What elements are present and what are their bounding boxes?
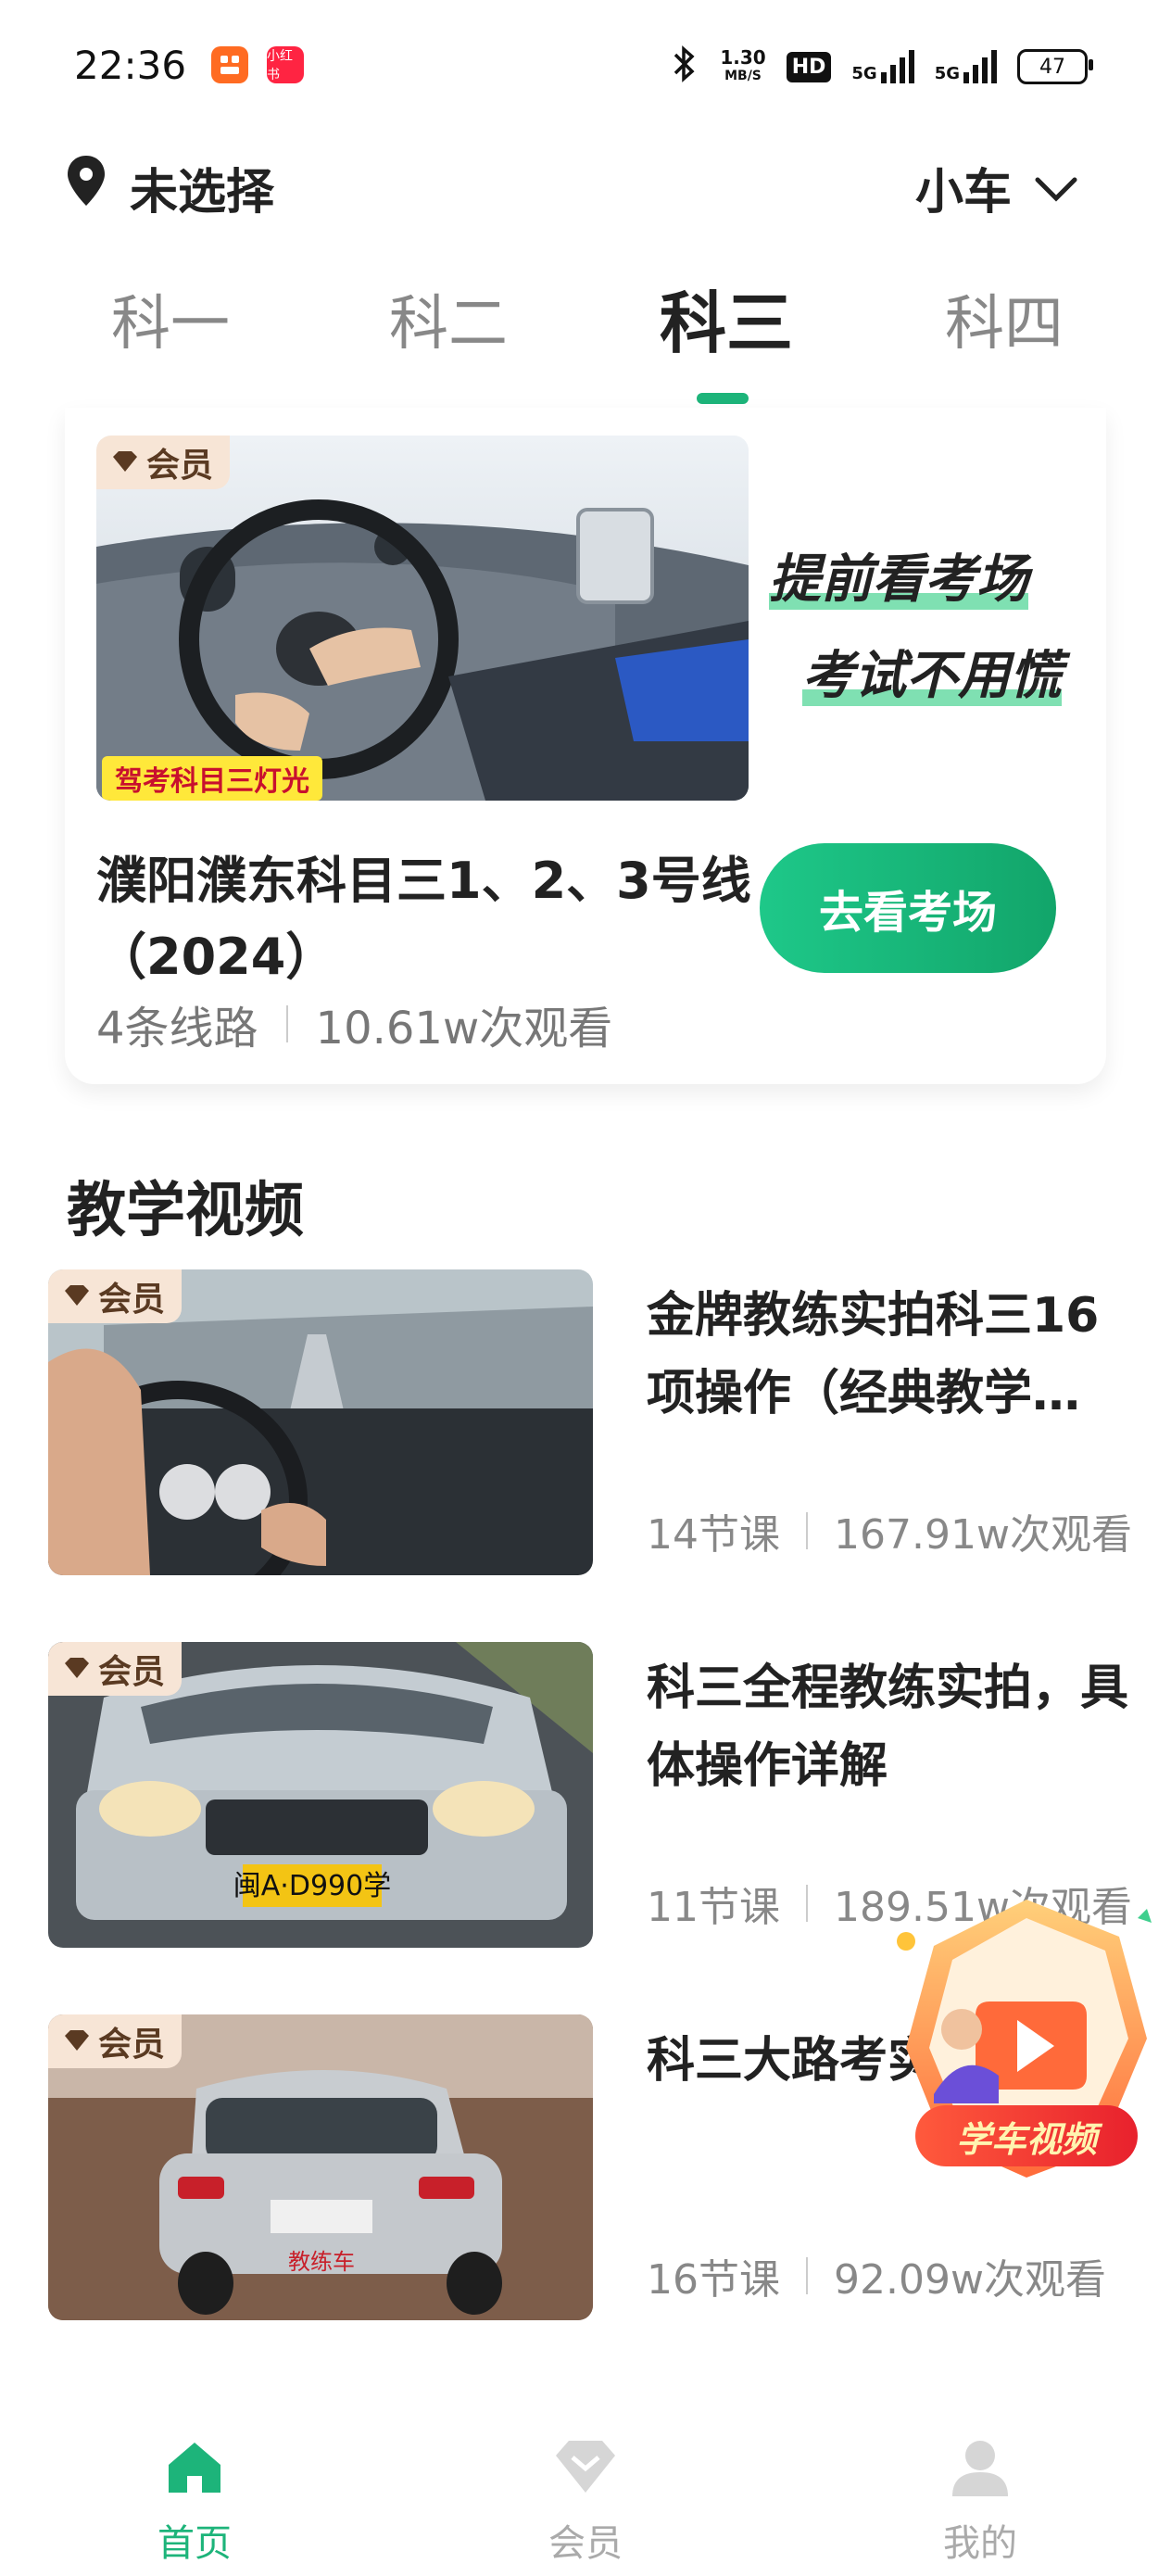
- float-widget-label: 学车视频: [915, 2105, 1138, 2166]
- video-thumbnail[interactable]: 闽A·D990学 会员: [48, 1642, 593, 1948]
- location-label: 未选择: [130, 165, 275, 221]
- home-icon: [74, 2437, 315, 2506]
- video-item[interactable]: 会员 金牌教练实拍科三16项操作（经典教学… 14节课 167.91w次观看: [48, 1269, 1134, 1575]
- diamond-icon: [63, 1278, 91, 1316]
- video-thumbnail[interactable]: 教练车 会员: [48, 2014, 593, 2320]
- location-pin-icon: [65, 154, 107, 221]
- exam-route-title: 濮阳濮东科目三1、2、3号线（2024）: [96, 852, 751, 986]
- hd-icon: HD: [786, 51, 832, 82]
- lesson-count: 16节课: [647, 2256, 780, 2304]
- view-count: 167.91w次观看: [834, 1511, 1132, 1559]
- slogan-line-1: 提前看考场: [769, 549, 1028, 610]
- car-type-label: 小车: [914, 165, 1012, 221]
- chevron-down-icon: [1034, 160, 1078, 216]
- status-time: 22:36: [74, 43, 187, 88]
- divider: [285, 1005, 288, 1042]
- view-count: 92.09w次观看: [834, 2256, 1106, 2304]
- network-speed: 1.30 MB/S: [720, 46, 766, 83]
- tab-subject-1[interactable]: 科一: [31, 276, 309, 361]
- diamond-icon: [63, 2023, 91, 2061]
- location-selector[interactable]: 未选择: [65, 153, 274, 222]
- diamond-icon: [465, 2437, 706, 2506]
- video-thumbnail[interactable]: 会员: [48, 1269, 593, 1575]
- xiaohongshu-icon: 小红书: [267, 46, 304, 83]
- app-notification-icon: [211, 46, 248, 83]
- tab-subject-2[interactable]: 科二: [309, 276, 587, 361]
- member-badge: 会员: [48, 1642, 183, 1696]
- video-meta: 16节课 92.09w次观看: [647, 2246, 1134, 2305]
- nav-member[interactable]: 会员: [465, 2437, 706, 2567]
- view-exam-site-button[interactable]: 去看考场: [760, 843, 1056, 973]
- divider: [806, 1512, 808, 1549]
- signal-1-icon: 5G: [851, 50, 914, 83]
- diamond-icon: [63, 1650, 91, 1688]
- member-badge: 会员: [48, 2014, 183, 2068]
- member-badge: 会员: [48, 1269, 183, 1323]
- active-tab-indicator: [697, 393, 749, 404]
- car-type-selector[interactable]: 小车: [915, 153, 1078, 222]
- view-count: 10.61w次观看: [315, 1003, 613, 1054]
- exam-route-meta: 4条线路 10.61w次观看: [96, 991, 612, 1056]
- coach-car-label: 教练车: [288, 2249, 355, 2275]
- tab-subject-3[interactable]: 科三: [587, 269, 865, 366]
- member-badge: 会员: [96, 436, 231, 489]
- lesson-count: 11节课: [647, 1884, 780, 1931]
- divider: [806, 1885, 808, 1922]
- route-count: 4条线路: [96, 1003, 258, 1054]
- thumbnail-caption: 驾考科目三灯光: [102, 756, 322, 801]
- video-meta: 14节课 167.91w次观看: [647, 1501, 1134, 1560]
- diamond-icon: [111, 444, 139, 482]
- signal-2-icon: 5G: [935, 50, 997, 83]
- exam-route-thumbnail[interactable]: 会员 驾考科目三灯光: [96, 436, 749, 801]
- bottom-nav: 首页 会员 我的: [0, 2437, 1171, 2576]
- learn-driving-video-float[interactable]: 学车视频: [888, 1890, 1165, 2196]
- divider: [806, 2257, 808, 2294]
- subject-tabs: 科一 科二 科三 科四: [0, 269, 1171, 398]
- status-indicators: 1.30 MB/S HD 5G 5G 47: [668, 43, 1093, 91]
- battery-icon: 47: [1017, 49, 1093, 84]
- lesson-count: 14节课: [647, 1511, 780, 1559]
- bluetooth-icon: [668, 45, 699, 88]
- video-title: 金牌教练实拍科三16项操作（经典教学…: [647, 1288, 1100, 1421]
- license-plate: 闽A·D990学: [233, 1870, 391, 1902]
- exam-route-card[interactable]: 会员 驾考科目三灯光 提前看考场 考试不用慌 濮阳濮东科目三1、2、3号线（20…: [65, 408, 1106, 1084]
- tab-subject-4[interactable]: 科四: [865, 276, 1143, 361]
- section-title: 教学视频: [67, 1177, 304, 1245]
- person-icon: [860, 2437, 1101, 2506]
- nav-home[interactable]: 首页: [74, 2437, 315, 2567]
- status-bar: 22:36 小红书 1.30 MB/S HD 5G 5G 47: [0, 0, 1171, 139]
- video-title: 科三全程教练实拍，具体操作详解: [647, 1661, 1129, 1794]
- slogan-line-2: 考试不用慌: [802, 646, 1062, 706]
- nav-profile[interactable]: 我的: [860, 2437, 1101, 2567]
